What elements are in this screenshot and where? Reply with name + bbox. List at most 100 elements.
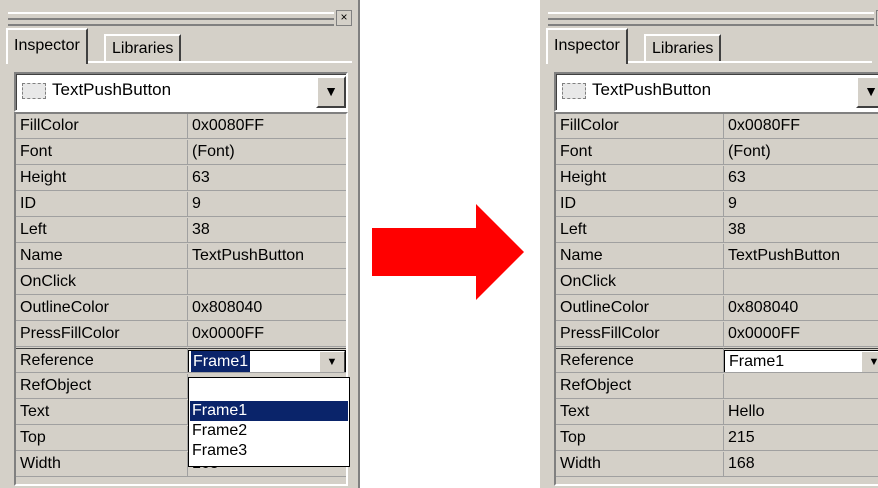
property-value[interactable]: 0x808040 xyxy=(188,296,346,321)
property-value-editor[interactable]: Frame1 ▼ xyxy=(724,348,878,373)
property-value[interactable]: 9 xyxy=(188,192,346,217)
inspector-panel-before: × Inspector Libraries TextPushButton ▼ F… xyxy=(0,0,360,488)
object-selector-value: TextPushButton xyxy=(592,80,712,99)
chevron-down-icon[interactable]: ▼ xyxy=(856,76,878,108)
property-name: Font xyxy=(556,140,724,165)
property-row[interactable]: ID 9 xyxy=(556,192,878,218)
property-row-reference[interactable]: Reference Frame1 ▼ xyxy=(556,348,878,374)
property-name: PressFillColor xyxy=(556,322,724,347)
property-name: OnClick xyxy=(556,270,724,295)
property-row[interactable]: ID 9 xyxy=(16,192,346,218)
reference-dropdown-list: Frame1 Frame2 Frame3 xyxy=(188,377,350,467)
close-icon[interactable]: × xyxy=(336,10,352,26)
property-name: Top xyxy=(16,426,188,451)
property-row[interactable]: PressFillColor 0x0000FF xyxy=(16,322,346,348)
property-value[interactable]: 0x0000FF xyxy=(188,322,346,347)
property-value[interactable]: 168 xyxy=(724,452,878,477)
property-name: Text xyxy=(556,400,724,425)
property-row[interactable]: Height 63 xyxy=(556,166,878,192)
property-name: OnClick xyxy=(16,270,188,295)
property-value[interactable]: 0x0080FF xyxy=(724,114,878,139)
property-value[interactable]: 38 xyxy=(188,218,346,243)
tab-libraries[interactable]: Libraries xyxy=(104,34,182,62)
object-selector[interactable]: TextPushButton ▼ xyxy=(554,72,878,112)
property-value[interactable]: 0x0000FF xyxy=(724,322,878,347)
property-name: ID xyxy=(16,192,188,217)
property-value[interactable]: 63 xyxy=(188,166,346,191)
property-name: Width xyxy=(16,452,188,477)
property-row[interactable]: PressFillColor 0x0000FF xyxy=(556,322,878,348)
property-row[interactable]: OutlineColor 0x808040 xyxy=(16,296,346,322)
reference-combo[interactable]: Frame1 ▼ xyxy=(188,350,346,372)
property-value-editor[interactable]: Frame1 ▼ xyxy=(188,348,346,373)
property-value[interactable]: TextPushButton xyxy=(188,244,346,269)
property-row[interactable]: Font (Font) xyxy=(556,140,878,166)
property-value[interactable]: Hello xyxy=(724,400,878,425)
tab-inspector[interactable]: Inspector xyxy=(6,28,88,64)
drag-grip[interactable] xyxy=(8,12,334,26)
dropdown-option[interactable]: Frame3 xyxy=(190,441,348,461)
chevron-down-icon[interactable]: ▼ xyxy=(319,351,345,372)
property-row[interactable]: OutlineColor 0x808040 xyxy=(556,296,878,322)
property-row[interactable]: Left 38 xyxy=(16,218,346,244)
property-row[interactable]: FillColor 0x0080FF xyxy=(16,114,346,140)
property-value[interactable]: (Font) xyxy=(724,140,878,165)
chevron-down-icon[interactable]: ▼ xyxy=(316,76,346,108)
property-name: Left xyxy=(16,218,188,243)
property-name: Reference xyxy=(16,348,188,373)
property-value[interactable]: TextPushButton xyxy=(724,244,878,269)
property-value[interactable]: (Font) xyxy=(188,140,346,165)
dropdown-option[interactable]: Frame1 xyxy=(190,401,348,421)
property-row-reference[interactable]: Reference Frame1 ▼ xyxy=(16,348,346,374)
property-name: Top xyxy=(556,426,724,451)
property-value[interactable]: 215 xyxy=(724,426,878,451)
drag-grip[interactable] xyxy=(548,12,874,26)
inspector-panel-after: × Inspector Libraries TextPushButton ▼ F… xyxy=(540,0,878,488)
property-row[interactable]: Width 168 xyxy=(556,452,878,478)
property-value[interactable]: 63 xyxy=(724,166,878,191)
panel-titlebar[interactable]: × xyxy=(548,10,878,26)
property-name: OutlineColor xyxy=(16,296,188,321)
reference-combo-value[interactable]: Frame1 xyxy=(727,351,786,372)
property-name: Name xyxy=(16,244,188,269)
object-selector-value: TextPushButton xyxy=(52,80,172,99)
object-selector[interactable]: TextPushButton ▼ xyxy=(14,72,348,112)
property-row[interactable]: Name TextPushButton xyxy=(556,244,878,270)
panel-titlebar[interactable]: × xyxy=(8,10,353,26)
property-value[interactable] xyxy=(188,270,346,295)
property-row[interactable]: Font (Font) xyxy=(16,140,346,166)
property-row[interactable]: Name TextPushButton xyxy=(16,244,346,270)
property-name: RefObject xyxy=(556,374,724,399)
property-row[interactable]: OnClick xyxy=(556,270,878,296)
property-name: Font xyxy=(16,140,188,165)
property-name: ID xyxy=(556,192,724,217)
property-value[interactable] xyxy=(724,374,878,399)
property-name: Left xyxy=(556,218,724,243)
dropdown-option[interactable]: Frame2 xyxy=(190,421,348,441)
component-icon xyxy=(562,83,586,99)
property-row[interactable]: RefObject xyxy=(556,374,878,400)
property-row[interactable]: Text Hello xyxy=(556,400,878,426)
property-row[interactable]: Left 38 xyxy=(556,218,878,244)
property-row[interactable]: Height 63 xyxy=(16,166,346,192)
property-name: OutlineColor xyxy=(556,296,724,321)
property-value[interactable]: 0x0080FF xyxy=(188,114,346,139)
property-name: RefObject xyxy=(16,374,188,399)
property-row[interactable]: OnClick xyxy=(16,270,346,296)
property-value[interactable]: 0x808040 xyxy=(724,296,878,321)
property-name: FillColor xyxy=(556,114,724,139)
tab-inspector[interactable]: Inspector xyxy=(546,28,628,64)
property-name: FillColor xyxy=(16,114,188,139)
reference-combo[interactable]: Frame1 ▼ xyxy=(724,350,878,372)
reference-combo-value[interactable]: Frame1 xyxy=(191,351,251,372)
property-name: Text xyxy=(16,400,188,425)
property-value[interactable] xyxy=(724,270,878,295)
property-row[interactable]: FillColor 0x0080FF xyxy=(556,114,878,140)
chevron-down-icon[interactable]: ▼ xyxy=(861,351,878,372)
tab-libraries[interactable]: Libraries xyxy=(644,34,722,62)
property-name: Reference xyxy=(556,348,724,373)
property-row[interactable]: Top 215 xyxy=(556,426,878,452)
property-value[interactable]: 38 xyxy=(724,218,878,243)
dropdown-option[interactable] xyxy=(190,380,348,400)
property-value[interactable]: 9 xyxy=(724,192,878,217)
